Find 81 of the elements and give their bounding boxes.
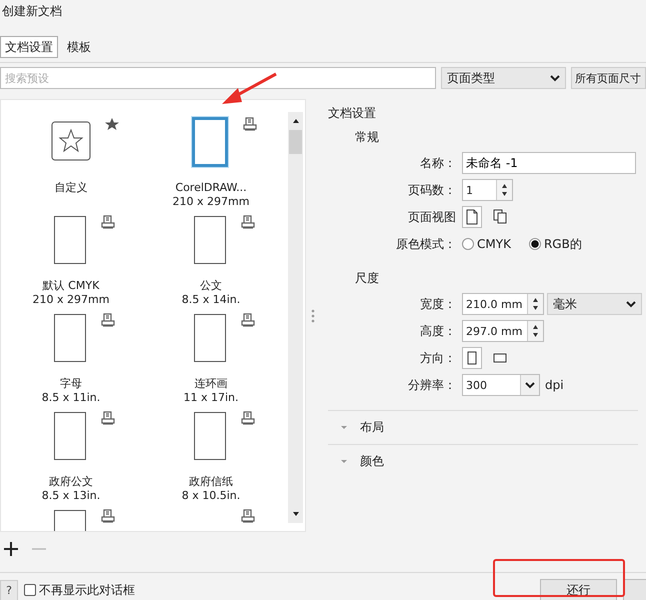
search-field[interactable]: 搜索预设 [0,67,436,89]
preset-name: 默认 CMYK [42,279,100,293]
group-heading: 常规 [355,129,380,146]
spinner-icon[interactable] [527,321,543,341]
radio-option[interactable]: CMYK [462,236,511,252]
preset-name: 连环画 [194,377,228,391]
spinner-icon[interactable] [496,180,512,200]
page-thumbnail[interactable] [54,216,86,264]
preset-size: 8.5 x 13in. [42,489,100,503]
preset-name: 字母 [60,377,82,391]
down-arrow-icon[interactable] [292,511,300,517]
orientation-option[interactable] [462,347,482,369]
add-icon[interactable] [3,541,19,557]
field-label: 方向： [419,350,456,367]
preset-size: 210 x 297mm [32,293,110,307]
preset-size: 8.5 x 14in. [182,293,240,307]
field-label: 页面视图 [407,209,456,226]
scroll-thumb[interactable] [289,130,302,154]
page-thumbnail[interactable] [54,412,86,460]
printer-icon [100,313,116,327]
page-thumbnail[interactable] [194,216,226,264]
star-icon [105,117,119,131]
multi-page-icon [493,209,507,225]
preset-name: 政府信纸 [189,475,233,489]
custom-page-icon[interactable] [51,121,91,161]
preset-name: 自定义 [54,181,88,195]
height-field[interactable]: 297.0 mm [462,320,544,342]
tab[interactable]: 文档设置 [0,36,58,58]
field-label: 分辨率： [407,377,456,394]
printer-icon [100,509,116,523]
portrait-icon [467,351,477,365]
page-thumbnail[interactable] [54,314,86,362]
field-label: 高度： [419,323,456,340]
checkbox-option[interactable]: 不再显示此对话框 [24,582,135,598]
printer-icon [100,411,116,425]
group-heading: 尺度 [355,270,380,287]
field-label: 页码数： [407,182,456,199]
printer-icon [242,117,258,131]
dialog-button[interactable] [623,579,646,600]
window-title: 创建新文档 [1,3,63,20]
printer-icon [100,215,116,229]
unit-dropdown[interactable]: 毫米 [547,293,642,315]
chevron-icon [626,300,636,308]
chevron-icon [550,74,560,82]
section-header[interactable]: 颜色 [328,444,638,478]
preset-size: 11 x 17in. [183,391,239,405]
page-view-option[interactable] [462,206,482,228]
printer-icon [240,313,256,327]
section-header[interactable]: 布局 [328,410,638,444]
chevron-icon [525,381,535,389]
page-count-field[interactable]: 1 [462,179,513,201]
radio-option[interactable]: RGB的 [528,236,582,252]
preset-size: 8 x 10.5in. [182,489,240,503]
page-thumbnail[interactable] [194,412,226,460]
preset-name: 政府公文 [49,475,93,489]
printer-icon [240,215,256,229]
landscape-icon [493,352,507,364]
printer-icon [240,411,256,425]
page-thumbnail[interactable] [192,117,228,167]
resolution-combo[interactable]: 300 [462,374,540,396]
field-label: 宽度： [419,296,456,313]
preset-name: 公文 [200,279,222,293]
unit-label: dpi [545,378,564,392]
up-arrow-icon[interactable] [292,118,300,124]
page-thumbnail[interactable] [194,314,226,362]
width-field[interactable]: 210.0 mm [462,293,544,315]
field-label: 名称： [419,155,456,172]
preset-name: CorelDRAW... [175,181,247,195]
single-page-icon [465,209,479,225]
page-type-dropdown[interactable]: 页面类型 [441,67,566,89]
splitter-handle[interactable] [311,308,315,322]
preset-size: 210 x 297mm [172,195,250,209]
section-title: 文档设置 [328,105,377,122]
tab[interactable]: 模板 [62,36,96,58]
preset-size: 8.5 x 11in. [42,391,100,405]
name-field[interactable]: 未命名 -1 [462,152,636,174]
page-size-button[interactable]: 所有页面尺寸 [571,67,646,89]
help-button[interactable]: ? [0,580,18,600]
scrollbar[interactable] [288,112,303,523]
spinner-icon[interactable] [527,294,543,314]
field-label: 原色模式： [395,236,456,253]
